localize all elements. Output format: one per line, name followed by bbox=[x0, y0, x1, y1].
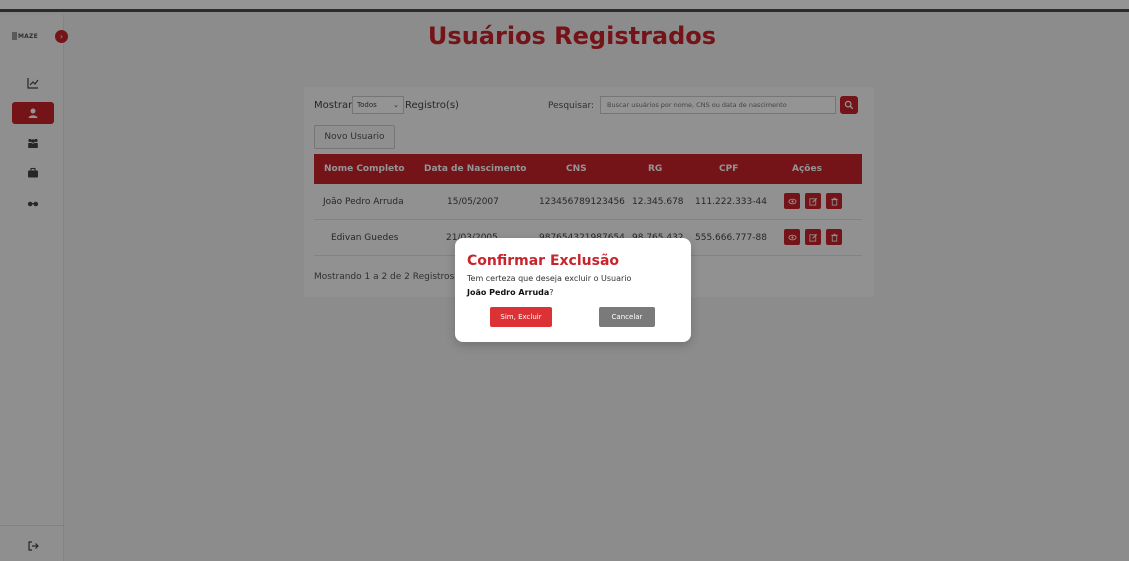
modal-user-name: João Pedro Arruda bbox=[467, 288, 550, 297]
modal-message: Tem certeza que deseja excluir o Usuario… bbox=[467, 272, 682, 300]
modal-title: Confirmar Exclusão bbox=[467, 253, 620, 269]
modal-message-suffix: ? bbox=[549, 288, 554, 297]
confirm-delete-button[interactable]: Sim, Excluir bbox=[490, 307, 552, 327]
modal-message-text: Tem certeza que deseja excluir o Usuario bbox=[467, 274, 632, 283]
confirm-delete-modal: Confirmar Exclusão Tem certeza que desej… bbox=[455, 238, 691, 342]
cancel-button[interactable]: Cancelar bbox=[599, 307, 655, 327]
